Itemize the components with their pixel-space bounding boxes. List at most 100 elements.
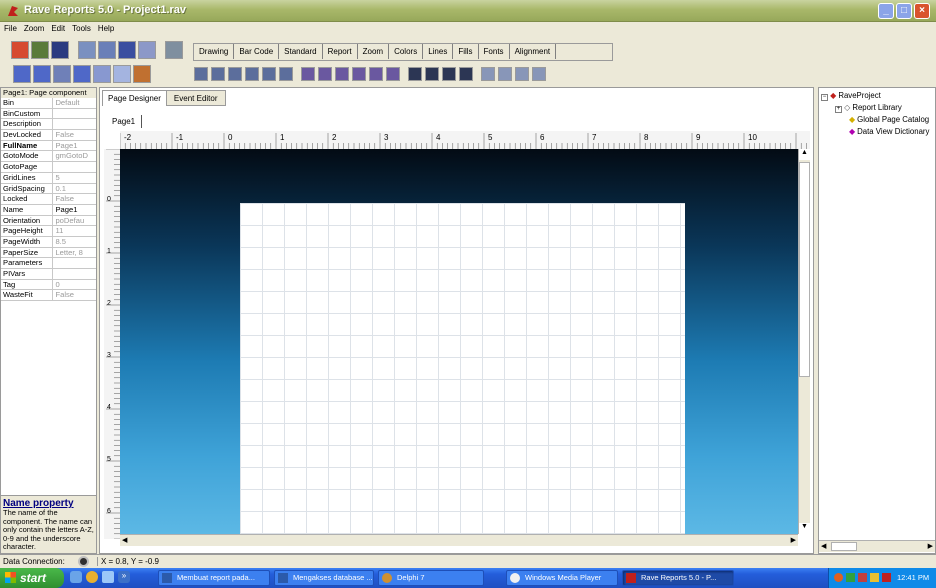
align-tool-icon[interactable] xyxy=(498,67,512,81)
tab-report[interactable]: Report xyxy=(323,44,358,59)
align-tool-icon[interactable] xyxy=(386,67,400,81)
scroll-right-icon[interactable]: ▶ xyxy=(928,542,933,550)
align-left-icon[interactable] xyxy=(13,65,31,83)
bring-front-icon[interactable] xyxy=(113,65,131,83)
property-row[interactable]: GotoPage xyxy=(1,162,96,173)
align-tool-icon[interactable] xyxy=(262,67,276,81)
align-tool-icon[interactable] xyxy=(442,67,456,81)
property-value[interactable]: False xyxy=(53,130,96,140)
align-right-icon[interactable] xyxy=(53,65,71,83)
task-rave-reports[interactable]: Rave Reports 5.0 - P... xyxy=(622,570,734,586)
property-value[interactable] xyxy=(53,269,96,279)
property-value[interactable]: False xyxy=(53,290,96,300)
align-tool-icon[interactable] xyxy=(425,67,439,81)
align-tool-icon[interactable] xyxy=(459,67,473,81)
align-bottom-icon[interactable] xyxy=(93,65,111,83)
property-row[interactable]: Parameters xyxy=(1,258,96,269)
tab-alignment[interactable]: Alignment xyxy=(510,44,557,59)
align-tool-icon[interactable] xyxy=(318,67,332,81)
scroll-thumb[interactable] xyxy=(831,542,857,551)
property-row[interactable]: Bin Default xyxy=(1,98,96,109)
property-value[interactable]: 11 xyxy=(53,226,96,236)
scroll-left-icon[interactable]: ◀ xyxy=(122,536,127,544)
quick-launch-icon[interactable] xyxy=(86,571,98,583)
align-tool-icon[interactable] xyxy=(335,67,349,81)
scroll-down-icon[interactable]: ▼ xyxy=(799,523,810,534)
tab-page-designer[interactable]: Page Designer xyxy=(102,90,167,106)
property-row[interactable]: PIVars xyxy=(1,269,96,280)
tray-icon[interactable] xyxy=(870,573,879,582)
save-icon[interactable] xyxy=(51,41,69,59)
expand-icon[interactable]: + xyxy=(835,106,842,113)
align-tool-icon[interactable] xyxy=(369,67,383,81)
align-tool-icon[interactable] xyxy=(194,67,208,81)
property-value[interactable]: Page1 xyxy=(53,141,96,151)
tab-bar-code[interactable]: Bar Code xyxy=(234,44,280,59)
start-button[interactable]: start xyxy=(0,568,64,588)
menu-help[interactable]: Help xyxy=(94,22,117,33)
scroll-right-icon[interactable]: ▶ xyxy=(791,536,796,544)
property-row[interactable]: Tag 0 xyxy=(1,279,96,291)
print-icon[interactable] xyxy=(78,41,96,59)
tab-fills[interactable]: Fills xyxy=(453,44,479,59)
property-value[interactable] xyxy=(53,109,96,119)
align-center-icon[interactable] xyxy=(33,65,51,83)
align-tool-icon[interactable] xyxy=(481,67,495,81)
property-row[interactable]: Orientation poDefau xyxy=(1,215,96,227)
property-row[interactable]: PageHeight 11 xyxy=(1,226,96,237)
page-tab[interactable]: Page1 xyxy=(106,115,143,128)
property-row[interactable]: WasteFit False xyxy=(1,290,96,302)
tray-icon[interactable] xyxy=(846,573,855,582)
page-icon[interactable] xyxy=(138,41,156,59)
property-row[interactable]: DevLocked False xyxy=(1,130,96,141)
horizontal-scrollbar[interactable]: ◀ ▶ xyxy=(120,534,798,546)
property-row[interactable]: GotoMode gmGotoD xyxy=(1,151,96,163)
collapse-icon[interactable]: − xyxy=(821,94,828,101)
property-row[interactable]: Description xyxy=(1,119,96,131)
tab-lines[interactable]: Lines xyxy=(423,44,454,59)
task-membuat-report[interactable]: Membuat report pada... xyxy=(158,570,270,586)
tree-item-report-library[interactable]: + ◇ Report Library xyxy=(835,103,902,113)
property-row[interactable]: BinCustom xyxy=(1,108,96,120)
tab-standard[interactable]: Standard xyxy=(279,44,323,59)
preview-icon[interactable] xyxy=(98,41,116,59)
flag-icon[interactable] xyxy=(133,65,151,83)
property-value[interactable] xyxy=(53,258,96,268)
tree-horizontal-scrollbar[interactable]: ◀ ▶ xyxy=(819,540,935,552)
property-row[interactable]: GridSpacing 0.1 xyxy=(1,183,96,195)
maximize-button[interactable]: □ xyxy=(896,3,912,19)
property-value[interactable]: gmGotoD xyxy=(53,151,96,161)
tray-icon[interactable] xyxy=(834,573,843,582)
menu-edit[interactable]: Edit xyxy=(47,22,68,33)
scroll-up-icon[interactable]: ▲ xyxy=(799,149,810,160)
tab-event-editor[interactable]: Event Editor xyxy=(166,90,226,106)
report-page[interactable] xyxy=(240,203,685,534)
tab-drawing[interactable]: Drawing xyxy=(194,44,235,59)
property-value[interactable]: False xyxy=(53,194,96,204)
menu-file[interactable]: File xyxy=(0,22,20,33)
property-value[interactable]: Letter, 8 xyxy=(53,248,96,258)
quick-launch-icon[interactable]: » xyxy=(118,571,130,583)
tree-item-data-view-dictionary[interactable]: ◆ Data View Dictionary xyxy=(849,127,929,136)
property-row[interactable]: PageWidth 8.5 xyxy=(1,236,96,248)
property-row[interactable]: GridLines 5 xyxy=(1,172,96,184)
scroll-thumb[interactable] xyxy=(799,162,810,377)
execute-icon[interactable] xyxy=(165,41,183,59)
property-row[interactable]: Name Page1 xyxy=(1,204,96,216)
property-value[interactable]: 0 xyxy=(53,280,96,290)
close-button[interactable]: × xyxy=(914,3,930,19)
property-value[interactable]: 5 xyxy=(53,173,96,183)
align-tool-icon[interactable] xyxy=(352,67,366,81)
property-value[interactable]: Page1 xyxy=(53,205,96,215)
minimize-button[interactable]: _ xyxy=(878,3,894,19)
tab-fonts[interactable]: Fonts xyxy=(479,44,510,59)
property-row[interactable]: PaperSize Letter, 8 xyxy=(1,247,96,259)
property-value[interactable]: Default xyxy=(53,98,96,108)
task-delphi[interactable]: Delphi 7 xyxy=(378,570,484,586)
align-tool-icon[interactable] xyxy=(408,67,422,81)
align-top-icon[interactable] xyxy=(73,65,91,83)
property-value[interactable]: poDefau xyxy=(53,216,96,226)
property-value[interactable]: 0.1 xyxy=(53,184,96,194)
design-canvas[interactable] xyxy=(120,149,798,534)
new-report-icon[interactable] xyxy=(11,41,29,59)
